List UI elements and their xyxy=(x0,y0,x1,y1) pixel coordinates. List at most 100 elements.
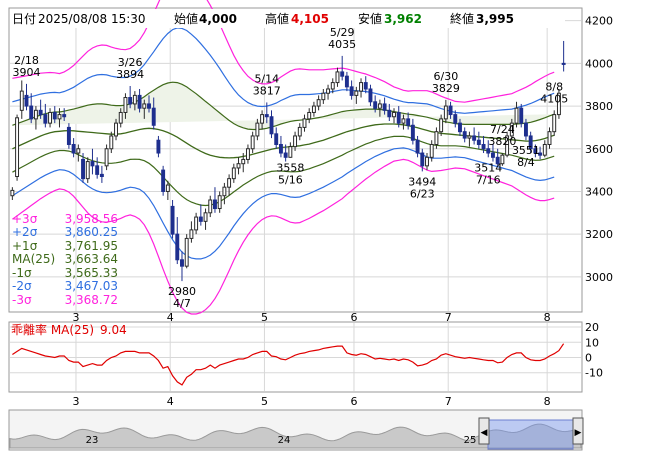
legend-plus1-label: +1σ xyxy=(12,239,38,253)
annotation-value: 4035 xyxy=(328,38,356,51)
candle-body xyxy=(147,103,151,109)
low-value: 3,962 xyxy=(384,12,422,26)
candle-body xyxy=(269,116,274,135)
candle-body xyxy=(302,118,307,128)
candle-body xyxy=(467,135,472,139)
candle-body xyxy=(66,126,71,145)
candle-body xyxy=(443,105,448,120)
candle-body xyxy=(132,94,137,105)
candle-body xyxy=(472,135,477,141)
candle-body xyxy=(38,109,43,116)
legend-minus1-value: 3,565.33 xyxy=(65,266,118,280)
navigator-tick-label: 24 xyxy=(278,435,291,446)
candle-body xyxy=(109,135,114,150)
candle-body xyxy=(15,117,20,178)
candle-body xyxy=(382,103,387,111)
month-tick-label: 4 xyxy=(167,311,174,324)
navigator-right-arrow: ▶ xyxy=(575,428,582,438)
candle-body xyxy=(99,173,104,178)
dev-tick-label: -10 xyxy=(585,367,603,380)
candle-body xyxy=(255,122,260,137)
candle-body xyxy=(547,131,552,145)
candle-body xyxy=(316,99,321,107)
candle-body xyxy=(264,114,269,118)
legend-minus2-value: 3,467.03 xyxy=(65,279,118,293)
candle-body xyxy=(48,111,53,124)
price-tick-label: 4000 xyxy=(585,57,613,70)
candle-body xyxy=(81,158,85,180)
price-tick-label: 4200 xyxy=(585,15,613,28)
price-tick-label: 3200 xyxy=(585,228,613,241)
legend-minus3-value: 3,368.72 xyxy=(65,293,118,307)
candle-body xyxy=(335,71,340,84)
candle-body xyxy=(241,158,246,165)
candle-body xyxy=(429,143,434,158)
month-tick-label-lower: 8 xyxy=(544,395,551,408)
low-label: 安値 xyxy=(358,11,382,26)
candle-body xyxy=(194,216,199,231)
candle-body xyxy=(203,212,208,222)
candle-body xyxy=(326,88,331,94)
month-tick-label-lower: 4 xyxy=(167,395,174,408)
candle-body xyxy=(368,88,373,103)
price-tick-label: 3400 xyxy=(585,185,613,198)
stock-chart-svg: 2/1839043/26389429804/75/14381735585/165… xyxy=(8,0,613,451)
navigator-tick-label: 23 xyxy=(86,435,99,446)
price-axis: 3000 3200 3400 3600 3800 4000 4200 xyxy=(585,15,613,284)
candle-body xyxy=(184,237,189,267)
candle-body xyxy=(123,97,128,113)
month-tick-label: 7 xyxy=(445,311,452,324)
annotation-date: 4/7 xyxy=(173,297,191,310)
candle-body xyxy=(330,82,335,90)
candle-body xyxy=(90,161,95,167)
candle-body xyxy=(222,186,227,197)
candle-body xyxy=(283,152,288,158)
annotation-value: 3829 xyxy=(432,82,460,95)
month-tick-label-lower: 3 xyxy=(72,395,79,408)
candle-body xyxy=(114,122,118,137)
legend-ma-label: MA(25) xyxy=(12,252,55,266)
candle-body xyxy=(118,111,123,124)
dev-tick-label: 0 xyxy=(585,352,592,365)
candle-body xyxy=(396,111,401,124)
candle-body xyxy=(293,135,298,148)
candle-body xyxy=(180,259,184,267)
candle-body xyxy=(373,101,378,109)
candle-body xyxy=(561,62,566,65)
candle-body xyxy=(344,75,349,88)
open-value: 4,000 xyxy=(199,12,237,26)
candle-body xyxy=(406,118,411,126)
month-tick-label-lower: 6 xyxy=(350,395,357,408)
dev-tick-label: 10 xyxy=(585,336,599,349)
candle-body xyxy=(491,152,495,158)
candle-body xyxy=(359,82,363,92)
price-tick-label: 3800 xyxy=(585,100,613,113)
candle-body xyxy=(227,178,232,188)
navigator-selection xyxy=(487,419,574,450)
candle-body xyxy=(208,199,213,214)
candle-body xyxy=(340,71,345,77)
legend-plus3-value: 3,958.56 xyxy=(65,212,118,226)
candle-body xyxy=(137,94,142,109)
candle-body xyxy=(85,161,90,180)
candle-body xyxy=(29,105,34,120)
legend-plus2-label: +2σ xyxy=(12,225,38,239)
candle-body xyxy=(213,199,217,210)
candle-body xyxy=(448,105,453,116)
high-label: 高値 xyxy=(265,11,289,26)
datetime-value: 2025/08/08 15:30 xyxy=(38,12,146,26)
candle-body xyxy=(439,118,444,133)
candle-body xyxy=(542,143,547,156)
date-label: 日付 xyxy=(12,12,36,26)
candle-body xyxy=(552,114,557,133)
candle-body xyxy=(198,216,203,222)
candle-body xyxy=(250,135,255,150)
month-tick-label-lower: 5 xyxy=(261,395,268,408)
month-tick-label: 8 xyxy=(544,311,551,324)
candle-body xyxy=(231,167,236,180)
candle-body xyxy=(387,109,392,118)
legend-plus3-label: +3σ xyxy=(12,212,38,226)
candle-body xyxy=(151,107,156,126)
candle-body xyxy=(425,156,429,167)
navigator-left-arrow: ◀ xyxy=(481,428,488,438)
